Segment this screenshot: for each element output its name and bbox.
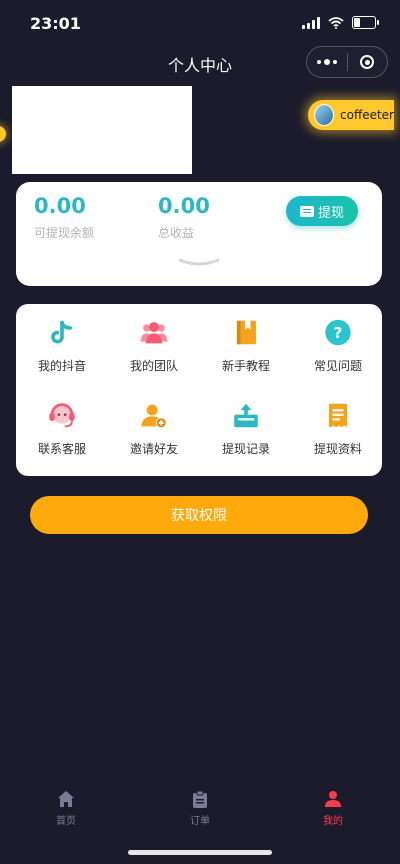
withdraw-button[interactable]: 提现: [286, 196, 358, 226]
total-income-amount: 0.00: [158, 194, 210, 218]
more-icon: [316, 59, 337, 65]
withdraw-button-label: 提现: [317, 205, 344, 221]
home-icon: [58, 791, 74, 807]
side-glow: [0, 126, 6, 142]
balance-card: 0.00 可提现余额 0.00 总收益 提现: [16, 182, 382, 286]
question-icon: ?: [325, 319, 351, 346]
grid-item-invite-friends[interactable]: 邀请好友: [114, 387, 194, 457]
get-permission-button[interactable]: 获取权限: [30, 496, 368, 534]
headset-icon: [49, 403, 75, 428]
avatar: [314, 104, 334, 126]
tab-label: 首页: [56, 816, 76, 827]
home-indicator: [128, 850, 272, 855]
tab-label: 订单: [190, 816, 210, 827]
grid-item-withdraw-info[interactable]: 提现资料: [298, 387, 378, 457]
grid-item-label: 提现记录: [221, 442, 270, 456]
withdrawable-amount: 0.00: [34, 194, 86, 218]
grid-item-label: 我的抖音: [37, 359, 86, 373]
receipt-icon: [328, 403, 348, 428]
clipboard-icon: [193, 790, 207, 808]
grid-item-label: 常见问题: [313, 359, 362, 373]
grid-item-customer-service[interactable]: 联系客服: [22, 387, 102, 457]
grid-item-label: 邀请好友: [129, 442, 178, 456]
grid-item-label: 提现资料: [313, 442, 362, 456]
close-button[interactable]: [348, 47, 388, 77]
team-icon: [140, 322, 168, 344]
person-icon: [325, 791, 341, 807]
grid-item-label: 新手教程: [221, 359, 270, 373]
tab-label: 我的: [323, 816, 343, 827]
feature-grid: 我的抖音 我的团队 新手教程 ? 常见问题 联系客服 邀请好友 提现记录 提现资…: [16, 304, 382, 476]
signal-icon: [302, 16, 320, 29]
total-income-label: 总收益: [158, 226, 195, 240]
tab-home[interactable]: 首页: [36, 790, 96, 827]
book-icon: [236, 320, 256, 345]
grid-item-my-douyin[interactable]: 我的抖音: [22, 304, 102, 374]
message-icon: [299, 205, 314, 217]
grid-item-label: 我的团队: [129, 359, 178, 373]
close-target-icon: [360, 55, 375, 69]
chevron-down-icon[interactable]: [178, 258, 220, 268]
douyin-icon: [51, 320, 72, 344]
upload-box-icon: [234, 403, 258, 428]
user-name: coffeeter: [340, 108, 394, 122]
grid-item-label: 联系客服: [37, 442, 86, 456]
bottom-tab-bar: 首页 订单 我的: [0, 784, 400, 832]
tab-orders[interactable]: 订单: [170, 790, 230, 827]
withdrawable-label: 可提现余额: [34, 226, 95, 240]
grid-item-withdraw-records[interactable]: 提现记录: [206, 387, 286, 457]
mini-program-capsule: [306, 46, 388, 78]
user-chip[interactable]: coffeeter: [308, 100, 394, 130]
svg-text:?: ?: [334, 324, 343, 342]
grid-item-my-team[interactable]: 我的团队: [114, 304, 194, 374]
wifi-icon: [328, 16, 344, 29]
battery-icon: [352, 16, 379, 29]
status-icons: [302, 16, 379, 29]
grid-item-faq[interactable]: ? 常见问题: [298, 304, 378, 374]
tab-mine[interactable]: 我的: [303, 790, 363, 827]
add-user-icon: [141, 404, 167, 429]
status-bar: 23:01: [0, 0, 400, 46]
status-time: 23:01: [30, 14, 81, 33]
profile-placeholder: [12, 86, 192, 174]
grid-item-tutorial[interactable]: 新手教程: [206, 304, 286, 374]
more-button[interactable]: [307, 47, 347, 77]
